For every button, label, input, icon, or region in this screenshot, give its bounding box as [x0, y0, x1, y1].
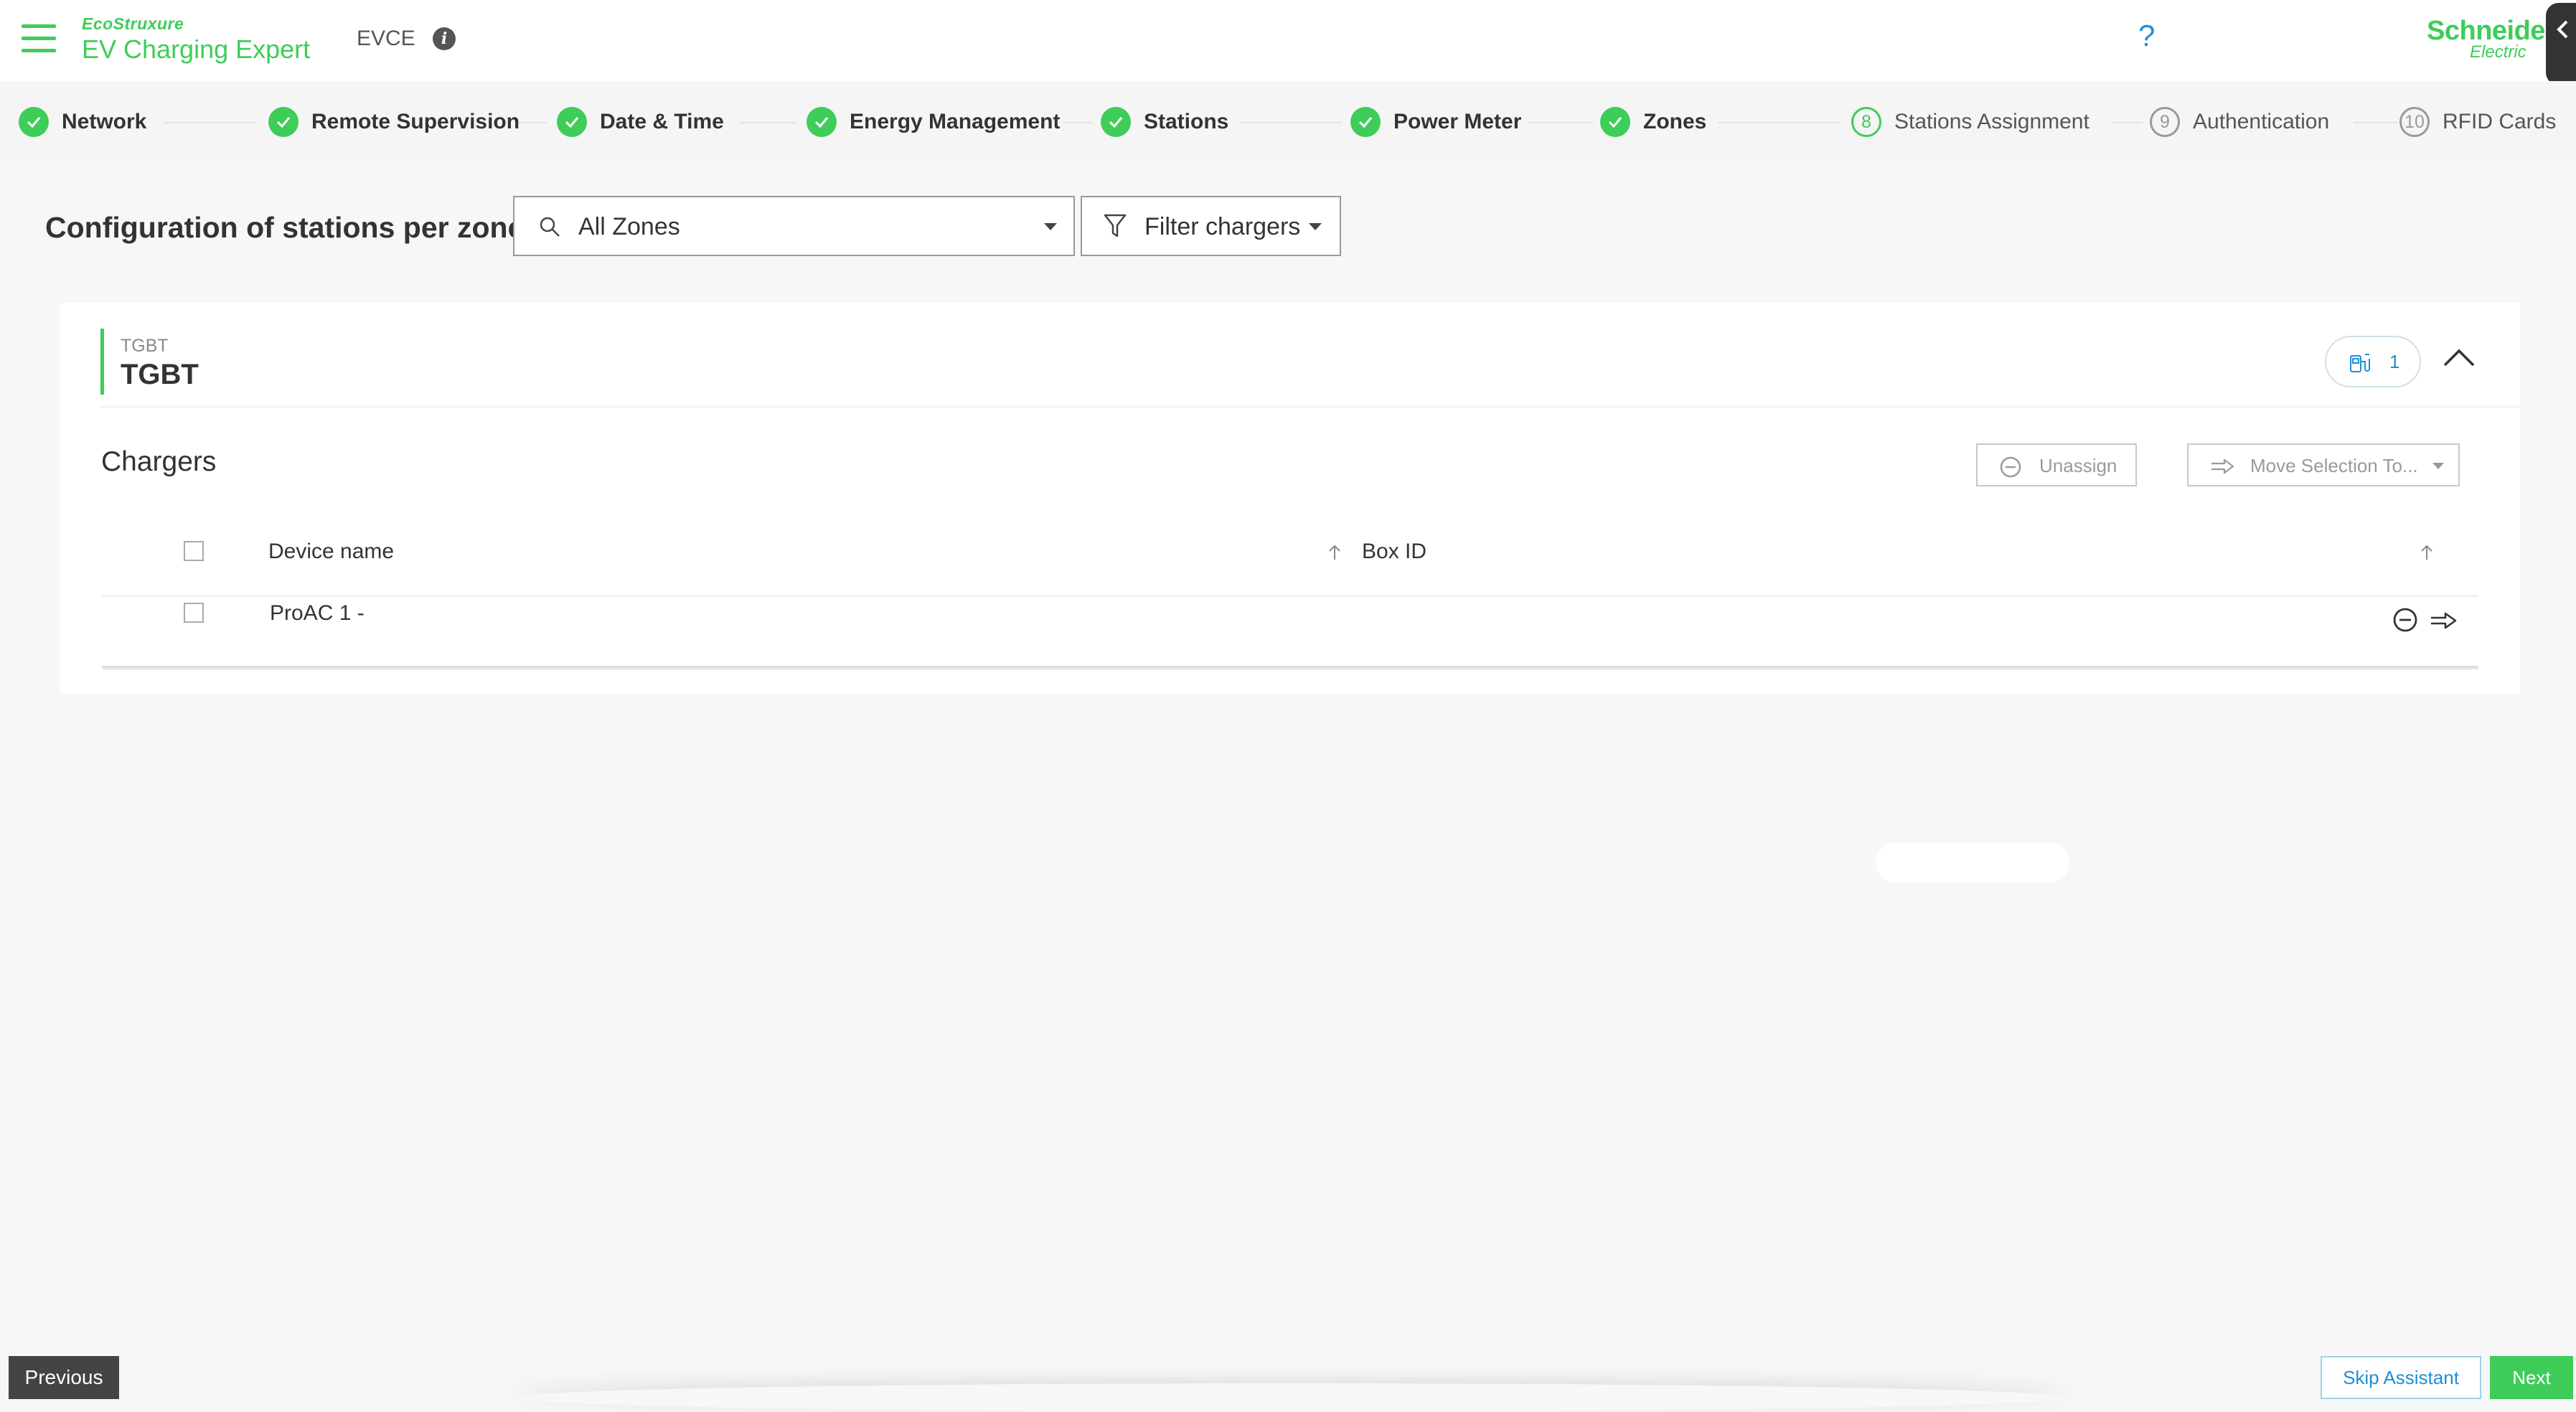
- check-icon: [1600, 107, 1630, 137]
- sort-arrow-icon[interactable]: [2420, 544, 2434, 561]
- select-all-checkbox[interactable]: [184, 541, 204, 561]
- move-arrow-icon: [2211, 458, 2234, 474]
- minus-circle-icon: [2000, 456, 2021, 478]
- step-power-meter[interactable]: Power Meter: [1350, 104, 1521, 140]
- row-checkbox[interactable]: [184, 603, 204, 623]
- filter-icon: [1104, 214, 1127, 237]
- column-header-box-id[interactable]: Box ID: [1362, 540, 1426, 564]
- column-header-device-name[interactable]: Device name: [268, 540, 394, 564]
- chevron-left-icon: [2557, 20, 2568, 39]
- chevron-down-icon: [1309, 223, 1322, 230]
- move-selection-button[interactable]: Move Selection To...: [2187, 443, 2460, 486]
- device-name-cell: ProAC 1 -: [270, 601, 365, 625]
- footer-shadow: [517, 1383, 2067, 1412]
- zone-card: TGBT TGBT 1 Chargers Unassign Move Selec…: [60, 303, 2520, 694]
- zone-title: TGBT: [121, 359, 199, 390]
- step-authentication[interactable]: 9 Authentication: [2150, 104, 2329, 140]
- step-rfid-cards[interactable]: 10 RFID Cards: [2399, 104, 2556, 140]
- check-icon: [557, 107, 587, 137]
- step-stations[interactable]: Stations: [1101, 104, 1228, 140]
- check-icon: [1101, 107, 1131, 137]
- step-zones[interactable]: Zones: [1600, 104, 1706, 140]
- chargers-table: Device name Box ID ProAC 1 -: [102, 514, 2478, 670]
- step-number: 8: [1851, 107, 1881, 137]
- zone-subtitle: TGBT: [121, 336, 169, 356]
- sort-arrow-icon[interactable]: [1327, 544, 1342, 561]
- table-header-divider: [102, 596, 2478, 597]
- side-panel-toggle[interactable]: [2546, 3, 2576, 85]
- step-energy-management[interactable]: Energy Management: [807, 104, 1060, 140]
- menu-icon[interactable]: [22, 23, 57, 53]
- app-header: EcoStruxure EV Charging Expert EVCE i ? …: [0, 0, 2576, 85]
- step-stations-assignment[interactable]: 8 Stations Assignment: [1851, 104, 2090, 140]
- zone-select[interactable]: All Zones: [513, 196, 1075, 256]
- info-icon[interactable]: i: [433, 27, 456, 50]
- check-icon: [1350, 107, 1381, 137]
- chevron-up-icon[interactable]: [2443, 347, 2476, 367]
- table-bottom-border: [102, 666, 2478, 670]
- previous-button[interactable]: Previous: [9, 1356, 119, 1399]
- zone-select-value: All Zones: [578, 213, 680, 240]
- search-icon: [540, 217, 560, 237]
- filter-chargers-label: Filter chargers: [1144, 213, 1301, 240]
- app-name: EV Charging Expert: [82, 34, 311, 64]
- check-icon: [268, 107, 299, 137]
- step-remote-supervision[interactable]: Remote Supervision: [268, 104, 520, 140]
- skip-assistant-button[interactable]: Skip Assistant: [2321, 1356, 2481, 1399]
- page-title: Configuration of stations per zone: [45, 211, 525, 244]
- check-icon: [19, 107, 49, 137]
- chargers-heading: Chargers: [101, 446, 217, 477]
- step-date-time[interactable]: Date & Time: [557, 104, 724, 140]
- site-name: EVCE: [357, 27, 415, 50]
- step-number: 9: [2150, 107, 2180, 137]
- chevron-down-icon: [1044, 223, 1057, 230]
- next-button[interactable]: Next: [2490, 1356, 2573, 1399]
- unassign-button[interactable]: Unassign: [1976, 443, 2137, 486]
- help-icon[interactable]: ?: [2138, 19, 2155, 53]
- step-number: 10: [2399, 107, 2430, 137]
- blank-placeholder: [1876, 842, 2069, 882]
- setup-stepper: Network Remote Supervision Date & Time E…: [0, 81, 2576, 160]
- ecostruxure-logo: EcoStruxure: [82, 14, 184, 33]
- check-icon: [807, 107, 837, 137]
- charger-icon: [2350, 354, 2370, 372]
- move-arrow-icon[interactable]: [2430, 611, 2457, 630]
- unassign-row-icon[interactable]: [2392, 607, 2418, 633]
- schneider-electric-logo: Schneider Electric: [2427, 16, 2545, 62]
- zone-accent-bar: [100, 329, 104, 395]
- station-count-badge[interactable]: 1: [2325, 336, 2421, 387]
- chevron-down-icon: [2432, 463, 2444, 469]
- divider: [100, 406, 2520, 408]
- filter-chargers-button[interactable]: Filter chargers: [1081, 196, 1341, 256]
- step-network[interactable]: Network: [19, 104, 146, 140]
